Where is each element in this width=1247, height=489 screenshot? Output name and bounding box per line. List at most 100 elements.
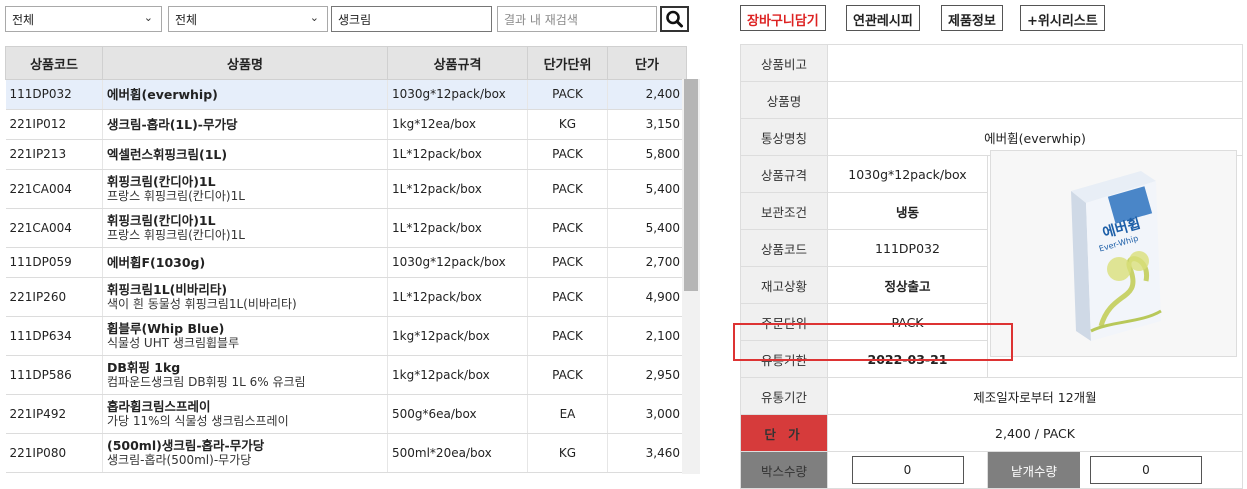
cell-unit: EA bbox=[527, 394, 608, 434]
product-info-button[interactable]: 제품정보 bbox=[941, 5, 1003, 31]
stock-label: 재고상황 bbox=[740, 266, 828, 304]
cell-price: 5,800 bbox=[607, 139, 687, 170]
product-subname: 색이 흰 동물성 휘핑크림1L(비바리타) bbox=[107, 297, 297, 311]
category2-value: 전체 bbox=[175, 13, 198, 27]
cell-code: 221IP012 bbox=[5, 109, 103, 140]
cell-code: 111DP634 bbox=[5, 316, 103, 356]
table-row[interactable]: 221IP012 생크림-홉라(1L)-무가당 1kg*12ea/box KG 3,15… bbox=[5, 109, 687, 140]
box-qty-value: 0 bbox=[903, 463, 912, 477]
alias-label: 통상명칭 bbox=[740, 118, 828, 156]
cell-price: 5,400 bbox=[607, 208, 687, 248]
table-row[interactable]: 111DP634 휩블루(Whip Blue) 식물성 UHT 생크림휩블루 1kg*… bbox=[5, 316, 687, 356]
cell-unit: PACK bbox=[527, 316, 608, 356]
table-row[interactable]: 221CA004 휘핑크림(칸디아)1L 프랑스 휘핑크림(칸디아)1L 1L*12p… bbox=[5, 169, 687, 209]
cell-unit: PACK bbox=[527, 169, 608, 209]
keyword-input[interactable]: 생크림 bbox=[331, 6, 492, 32]
cell-name: (500ml)생크림-홉라-무가당 생크림-홉라(500ml)-무가당 bbox=[102, 433, 388, 473]
code-label: 상품코드 bbox=[740, 229, 828, 267]
cell-name: 휘핑크림(칸디아)1L 프랑스 휘핑크림(칸디아)1L bbox=[102, 208, 388, 248]
cell-code: 111DP586 bbox=[5, 355, 103, 395]
product-subname: 식물성 UHT 생크림휩블루 bbox=[107, 336, 240, 350]
table-row[interactable]: 221CA004 휘핑크림(칸디아)1L 프랑스 휘핑크림(칸디아)1L 1L*12p… bbox=[5, 208, 687, 248]
cell-spec: 1kg*12pack/box bbox=[387, 316, 528, 356]
cell-name: DB휘핑 1kg 컴파운드생크림 DB휘핑 1L 6% 유크림 bbox=[102, 355, 388, 395]
storage-value: 냉동 bbox=[827, 192, 988, 230]
product-name: 에버휩(everwhip) bbox=[107, 87, 218, 102]
cell-price: 3,000 bbox=[607, 394, 687, 434]
table-row[interactable]: 221IP260 휘핑크림1L(비바리타) 색이 흰 동물성 휘핑크림1L(비바리타… bbox=[5, 277, 687, 317]
header-spec[interactable]: 상품규격 bbox=[387, 46, 528, 80]
cell-price: 2,950 bbox=[607, 355, 687, 395]
cell-unit: PACK bbox=[527, 355, 608, 395]
cell-spec: 1030g*12pack/box bbox=[387, 79, 528, 110]
table-row[interactable]: 221IP080 (500ml)생크림-홉라-무가당 생크림-홉라(500ml)-무… bbox=[5, 433, 687, 473]
product-name: (500ml)생크림-홉라-무가당 bbox=[107, 438, 265, 453]
code-value: 111DP032 bbox=[827, 229, 988, 267]
cell-code: 221CA004 bbox=[5, 208, 103, 248]
cell-code: 221IP492 bbox=[5, 394, 103, 434]
header-price[interactable]: 단가 bbox=[607, 46, 687, 80]
cell-unit: PACK bbox=[527, 247, 608, 278]
expiry-highlight bbox=[733, 323, 1013, 361]
product-table: 상품코드 상품명 상품규격 단가단위 단가 111DP032 에버휩(everwh… bbox=[5, 46, 687, 473]
product-subname: 프랑스 휘핑크림(칸디아)1L bbox=[107, 189, 245, 203]
box-qty-input[interactable]: 0 bbox=[851, 456, 964, 484]
product-subname: 컴파운드생크림 DB휘핑 1L 6% 유크림 bbox=[107, 375, 306, 389]
cell-spec: 1L*12pack/box bbox=[387, 277, 528, 317]
cell-unit: PACK bbox=[527, 79, 608, 110]
keyword-value: 생크림 bbox=[338, 13, 372, 27]
search-button[interactable] bbox=[660, 6, 689, 32]
cell-code: 221IP260 bbox=[5, 277, 103, 317]
table-row[interactable]: 221IP492 홉라휩크림스프레이 가당 11%의 식물성 생크림스프레이 500g… bbox=[5, 394, 687, 434]
table-scrollbar[interactable] bbox=[682, 79, 700, 474]
cell-code: 221CA004 bbox=[5, 169, 103, 209]
product-name: 휘핑크림1L(비바리타) bbox=[107, 282, 228, 297]
table-row[interactable]: 111DP059 에버휩F(1030g) 1030g*12pack/box PACK 2… bbox=[5, 247, 687, 278]
category2-select[interactable]: 전체 ⌄ bbox=[168, 6, 328, 32]
cell-spec: 1L*12pack/box bbox=[387, 208, 528, 248]
cell-spec: 500ml*20ea/box bbox=[387, 433, 528, 473]
product-subname: 생크림-홉라(500ml)-무가당 bbox=[107, 453, 252, 467]
refine-search-placeholder: 결과 내 재검색 bbox=[504, 13, 578, 27]
table-row[interactable]: 111DP032 에버휩(everwhip) 1030g*12pack/box PAC… bbox=[5, 79, 687, 110]
category1-select[interactable]: 전체 ⌄ bbox=[5, 6, 162, 32]
note-value bbox=[827, 44, 1243, 82]
table-header-row: 상품코드 상품명 상품규격 단가단위 단가 bbox=[5, 46, 687, 80]
table-row[interactable]: 221IP213 엑셀런스휘핑크림(1L) 1L*12pack/box PACK 5,8… bbox=[5, 139, 687, 170]
spec-label: 상품규격 bbox=[740, 155, 828, 193]
cell-price: 5,400 bbox=[607, 169, 687, 209]
cell-price: 2,400 bbox=[607, 79, 687, 110]
category1-value: 전체 bbox=[12, 13, 35, 27]
cell-name: 에버휩(everwhip) bbox=[102, 79, 388, 110]
header-code[interactable]: 상품코드 bbox=[5, 46, 103, 80]
unit-price-value: 2,400 / PACK bbox=[827, 414, 1243, 452]
header-name[interactable]: 상품명 bbox=[102, 46, 388, 80]
cell-spec: 1kg*12pack/box bbox=[387, 355, 528, 395]
add-to-cart-button[interactable]: 장바구니담기 bbox=[740, 5, 826, 31]
cell-price: 4,900 bbox=[607, 277, 687, 317]
cell-spec: 500g*6ea/box bbox=[387, 394, 528, 434]
table-row[interactable]: 111DP586 DB휘핑 1kg 컴파운드생크림 DB휘핑 1L 6% 유크림 1k… bbox=[5, 355, 687, 395]
cell-spec: 1L*12pack/box bbox=[387, 139, 528, 170]
cell-code: 221IP080 bbox=[5, 433, 103, 473]
chevron-down-icon: ⌄ bbox=[309, 11, 319, 24]
cell-spec: 1030g*12pack/box bbox=[387, 247, 528, 278]
name-value bbox=[827, 81, 1243, 119]
refine-search-input[interactable]: 결과 내 재검색 bbox=[497, 6, 657, 32]
cell-code: 221IP213 bbox=[5, 139, 103, 170]
note-label: 상품비고 bbox=[740, 44, 828, 82]
each-qty-input[interactable]: 0 bbox=[1090, 456, 1202, 484]
product-name: DB휘핑 1kg bbox=[107, 360, 181, 375]
cell-unit: PACK bbox=[527, 139, 608, 170]
cell-name: 휘핑크림(칸디아)1L 프랑스 휘핑크림(칸디아)1L bbox=[102, 169, 388, 209]
each-qty-cell: 낱개수량 0 bbox=[987, 451, 1243, 489]
product-name: 홉라휩크림스프레이 bbox=[107, 399, 211, 414]
wishlist-button[interactable]: +위시리스트 bbox=[1020, 5, 1105, 31]
scrollbar-thumb[interactable] bbox=[684, 79, 698, 291]
name-label: 상품명 bbox=[740, 81, 828, 119]
each-qty-label: 낱개수량 bbox=[988, 452, 1080, 488]
cell-code: 111DP032 bbox=[5, 79, 103, 110]
box-qty-label: 박스수량 bbox=[740, 451, 828, 489]
header-unit[interactable]: 단가단위 bbox=[527, 46, 608, 80]
related-recipe-button[interactable]: 연관레시피 bbox=[846, 5, 920, 31]
